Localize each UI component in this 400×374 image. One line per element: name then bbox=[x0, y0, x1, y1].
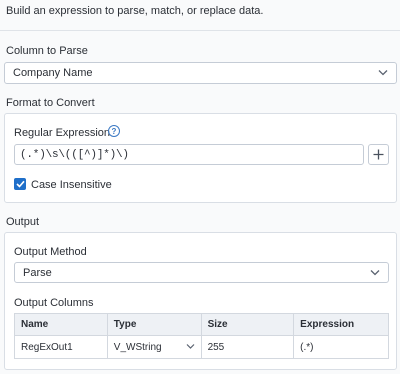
cell-type-value: V_WString bbox=[113, 341, 162, 353]
column-to-parse-select[interactable]: Company Name bbox=[4, 62, 397, 84]
help-icon[interactable]: ? bbox=[108, 125, 120, 137]
column-to-parse-value: Company Name bbox=[13, 67, 93, 79]
chevron-down-icon bbox=[186, 342, 195, 353]
format-to-convert-label: Format to Convert bbox=[6, 97, 95, 109]
regex-label: Regular Expression bbox=[14, 127, 110, 139]
regex-input-value: (.*)\s\(([^)]*)\) bbox=[20, 148, 129, 161]
column-header-name: Name bbox=[14, 313, 108, 336]
chevron-down-icon bbox=[370, 269, 380, 276]
cell-type-select[interactable]: V_WString bbox=[106, 335, 202, 359]
output-method-label: Output Method bbox=[14, 246, 87, 258]
plus-icon bbox=[373, 149, 384, 160]
table-header-row: Name Type Size Expression bbox=[14, 313, 389, 336]
column-header-type: Type bbox=[106, 313, 202, 336]
case-insensitive-checkbox[interactable] bbox=[14, 178, 26, 190]
add-token-button[interactable] bbox=[368, 144, 389, 165]
output-columns-label: Output Columns bbox=[14, 297, 94, 309]
column-header-size: Size bbox=[200, 313, 295, 336]
column-to-parse-label: Column to Parse bbox=[6, 45, 88, 57]
regex-input[interactable]: (.*)\s\(([^)]*)\) bbox=[14, 144, 364, 165]
case-insensitive-label: Case Insensitive bbox=[31, 179, 112, 191]
checkmark-icon bbox=[15, 180, 25, 188]
output-columns-table-wrap: Name Type Size Expression RegExOut1 V_WS… bbox=[14, 313, 389, 359]
output-columns-table: Name Type Size Expression RegExOut1 V_WS… bbox=[14, 313, 389, 359]
column-header-expression: Expression bbox=[293, 313, 389, 336]
output-method-select[interactable]: Parse bbox=[14, 262, 389, 283]
table-row: RegExOut1 V_WString 255 (.*) bbox=[14, 335, 389, 359]
regex-config-panel: Build an expression to parse, match, or … bbox=[0, 0, 400, 374]
tool-description: Build an expression to parse, match, or … bbox=[6, 5, 264, 17]
header-divider bbox=[0, 30, 400, 31]
chevron-down-icon bbox=[378, 70, 388, 77]
cell-name[interactable]: RegExOut1 bbox=[14, 335, 108, 359]
output-method-value: Parse bbox=[23, 266, 52, 279]
output-label: Output bbox=[6, 216, 40, 228]
cell-size[interactable]: 255 bbox=[200, 335, 295, 359]
cell-expression: (.*) bbox=[293, 335, 389, 359]
